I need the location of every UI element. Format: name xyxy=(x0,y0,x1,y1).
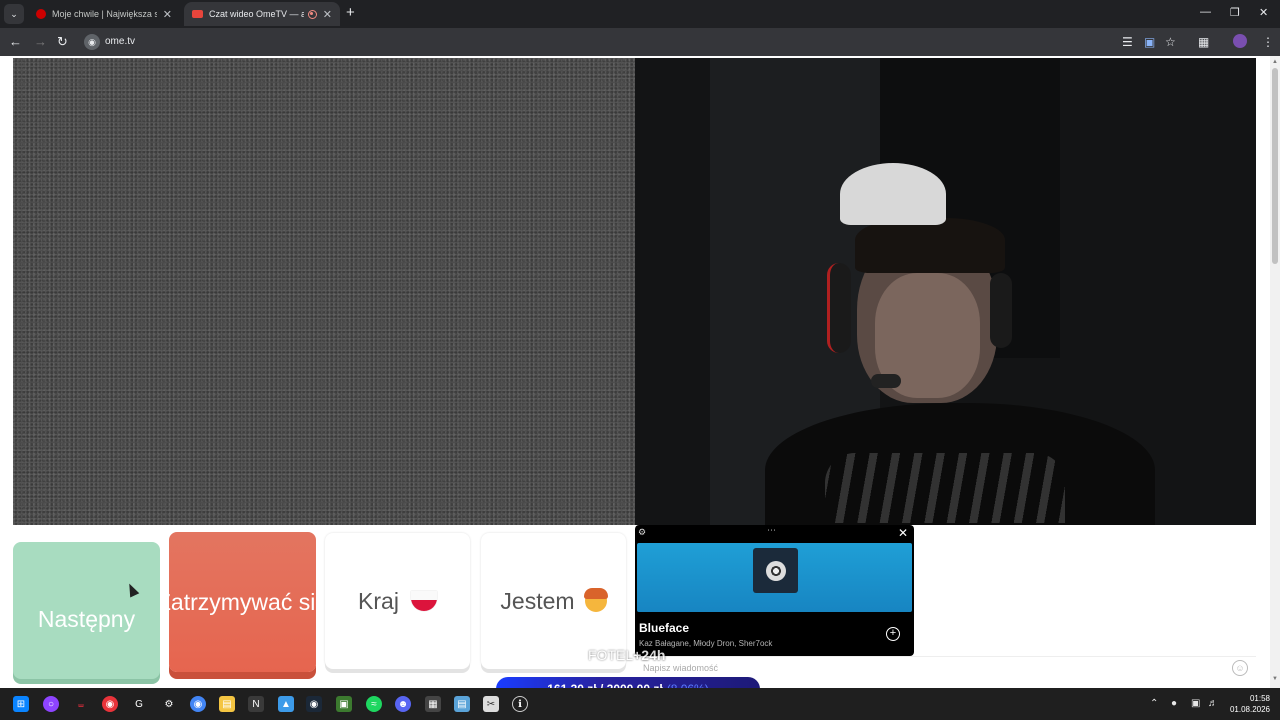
menu-kebab-icon[interactable]: ⋮ xyxy=(1262,34,1274,50)
tab-close-icon[interactable]: ✕ xyxy=(323,8,332,21)
own-video-static xyxy=(13,58,635,525)
spotify-now-playing-widget: ⚙ ⋯ ✕ Blueface Kaz Bałagane, Młody Dron,… xyxy=(635,525,914,656)
windows-taskbar: ⊞ ○ ⧢ ◉ G ⚙ ◉ ▤ N ▲ ◉ ▣ ≈ ☻ ▦ ▤ ✂ ℹ ⌃ ● … xyxy=(0,688,1280,720)
track-title: Blueface xyxy=(639,621,690,635)
discord-icon[interactable]: ☻ xyxy=(395,696,411,712)
snipping-tool-icon[interactable]: ✂ xyxy=(483,696,499,712)
network-icon[interactable]: ▣ xyxy=(1191,698,1200,709)
browser-toolbar: ← → ↻ ◉ ome.tv ☰ ▣ ☆ ▦ ⋮ xyxy=(0,28,1280,56)
scroll-up-icon[interactable]: ▲ xyxy=(1272,59,1278,65)
vinyl-icon xyxy=(765,560,786,581)
stop-label: Zatrzymywać się xyxy=(169,588,316,615)
boy-emoji-icon xyxy=(583,588,608,612)
app-g-icon[interactable]: G xyxy=(131,696,147,712)
recording-icon xyxy=(307,9,317,19)
next-label: Następny xyxy=(37,606,136,632)
app-n-icon[interactable]: N xyxy=(248,696,264,712)
taskbar-clock[interactable]: 01:58 01.08.2026 xyxy=(1224,693,1270,715)
tab-label: Czat wideo OmeTV — alternatywa xyxy=(209,9,304,19)
settings-sliders-icon[interactable]: ⚙ xyxy=(638,527,646,538)
forward-arrow-icon[interactable]: → xyxy=(34,34,47,50)
url-text: ome.tv xyxy=(105,36,136,47)
steam-icon[interactable]: ◉ xyxy=(306,696,322,712)
tab-close-icon[interactable]: ✕ xyxy=(163,8,172,21)
extensions-puzzle-icon[interactable]: ▦ xyxy=(1198,34,1209,50)
app-red-stripes-icon[interactable]: ⧢ xyxy=(73,696,89,712)
address-bar[interactable]: ◉ ome.tv xyxy=(80,31,1190,53)
photos-icon[interactable]: ▲ xyxy=(278,696,294,712)
reload-icon[interactable]: ↻ xyxy=(57,34,68,50)
scrollbar-thumb[interactable] xyxy=(1272,68,1278,264)
site-info-icon[interactable]: ◉ xyxy=(84,34,100,50)
volume-icon[interactable]: ♬ xyxy=(1208,698,1218,709)
file-explorer-icon[interactable]: ▤ xyxy=(219,696,235,712)
album-cover xyxy=(753,548,798,593)
fotel-time: +24h xyxy=(633,647,666,663)
app-green-icon[interactable]: ▣ xyxy=(336,696,352,712)
site-favicon-icon xyxy=(36,9,46,19)
drag-handle-icon[interactable]: ⋯ xyxy=(767,525,777,536)
app-blue-icon[interactable]: ▤ xyxy=(454,696,470,712)
tab-label: Moje chwile | Największa strona xyxy=(52,9,157,19)
tab-ometv[interactable]: Czat wideo OmeTV — alternatywa ✕ xyxy=(184,2,340,26)
emoji-picker-icon[interactable]: ☺ xyxy=(1232,660,1248,676)
app-red-circle-icon[interactable]: ◉ xyxy=(102,696,118,712)
tray-chevron-up-icon[interactable]: ⌃ xyxy=(1150,698,1158,709)
new-tab-plus-icon[interactable]: + xyxy=(346,4,355,22)
bookmark-star-icon[interactable]: ☆ xyxy=(1165,34,1176,50)
fotel-overlay: FOTEL+24h xyxy=(588,647,665,663)
minimize-icon[interactable]: — xyxy=(1200,6,1211,18)
widget-close-icon[interactable]: ✕ xyxy=(898,526,908,540)
clock-date: 01.08.2026 xyxy=(1229,705,1270,714)
stop-button[interactable]: Zatrzymywać się xyxy=(169,532,316,672)
scroll-down-icon[interactable]: ▼ xyxy=(1272,676,1278,682)
chrome-icon[interactable]: ◉ xyxy=(190,696,206,712)
microphone-icon[interactable]: ● xyxy=(1171,698,1177,709)
windows-start-icon[interactable]: ⊞ xyxy=(13,696,29,712)
clock-time: 01:58 xyxy=(1249,694,1270,703)
translate-icon[interactable]: ☰ xyxy=(1122,34,1133,50)
search-circle-icon[interactable]: ○ xyxy=(43,696,59,712)
gender-label: Jestem xyxy=(500,587,575,614)
window-close-icon[interactable]: ✕ xyxy=(1259,6,1268,19)
spotify-icon[interactable]: ≈ xyxy=(366,696,382,712)
country-label: Kraj xyxy=(358,587,399,614)
next-button[interactable]: Następny xyxy=(13,542,160,679)
steelseries-icon[interactable]: ⚙ xyxy=(161,696,177,712)
restore-icon[interactable]: ❐ xyxy=(1230,6,1240,19)
calculator-icon[interactable]: ▦ xyxy=(425,696,441,712)
add-to-library-icon[interactable]: + xyxy=(886,627,900,641)
tab-moje-chwile[interactable]: Moje chwile | Największa strona ✕ xyxy=(28,2,180,26)
partner-video xyxy=(635,58,1256,525)
tab-bar: ⌄ Moje chwile | Największa strona ✕ Czat… xyxy=(0,0,1280,28)
fotel-text: FOTEL xyxy=(588,647,634,663)
back-arrow-icon[interactable]: ← xyxy=(9,34,22,50)
cast-icon[interactable]: ▣ xyxy=(1144,34,1155,50)
profile-avatar[interactable] xyxy=(1233,34,1247,48)
country-button[interactable]: Kraj xyxy=(325,533,470,669)
widget-header: ⚙ ⋯ ✕ xyxy=(635,525,914,542)
poland-flag-icon xyxy=(410,591,437,611)
youtube-favicon-icon xyxy=(192,10,203,18)
album-banner xyxy=(637,543,912,612)
app-circle-icon[interactable]: ℹ xyxy=(512,696,528,712)
page-scrollbar[interactable]: ▲ ▼ xyxy=(1270,56,1280,688)
chat-placeholder: Napisz wiadomość xyxy=(643,663,719,673)
tab-search-chevron-icon[interactable]: ⌄ xyxy=(4,4,24,24)
